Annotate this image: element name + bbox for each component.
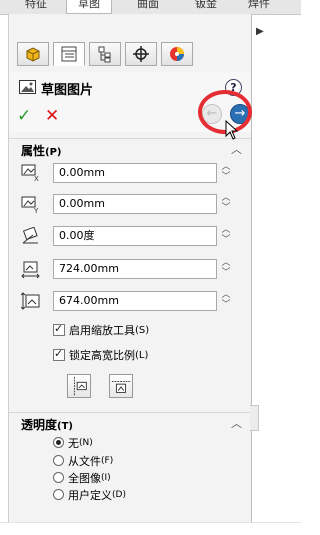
sketch-picture-icon	[19, 80, 36, 94]
radio-dot[interactable]	[53, 472, 64, 483]
radio-accel: (D)	[112, 489, 126, 500]
x-position-field[interactable]: 0.00mm	[53, 163, 217, 183]
align-vertical-icon	[73, 376, 87, 396]
collapse-chevron-icon[interactable]: ︿	[231, 415, 242, 431]
align-horizontal-button[interactable]	[109, 374, 133, 398]
height-icon	[21, 292, 40, 310]
radio-accel: (I)	[101, 472, 111, 483]
width-field[interactable]: 724.00mm	[53, 259, 217, 279]
x-position-spinner[interactable]: ︿ ﹀	[221, 162, 231, 184]
radio-accel: (F)	[101, 455, 114, 466]
transparency-section-accel: (T)	[57, 421, 73, 432]
enable-scale-tool-checkbox[interactable]: 启用缩放工具(S)	[53, 322, 149, 338]
tab-sheetmetal[interactable]: 钣金	[184, 0, 228, 13]
collapse-chevron-icon[interactable]: ︿	[231, 141, 242, 157]
featuremanager-icon[interactable]	[17, 42, 49, 66]
radio-accel: (N)	[79, 437, 93, 448]
tab-features[interactable]: 特征	[14, 0, 58, 13]
panel-resize-handle[interactable]	[250, 405, 259, 431]
width-icon	[21, 261, 40, 279]
angle-spinner[interactable]: ︿ ﹀	[221, 225, 231, 247]
align-horizontal-icon	[111, 380, 131, 393]
transparency-from-file-radio[interactable]: 从文件 (F)	[53, 453, 113, 468]
radio-label: 从文件	[68, 454, 101, 468]
height-field[interactable]: 674.00mm	[53, 291, 217, 311]
transparency-full-image-radio[interactable]: 全图像 (I)	[53, 470, 111, 485]
transparency-section-title: 透明度	[21, 418, 58, 432]
checkbox-label: 启用缩放工具	[69, 324, 135, 337]
checkbox-box[interactable]	[53, 347, 65, 361]
configurationmanager-icon[interactable]	[89, 42, 121, 66]
bottom-edge	[0, 522, 301, 535]
doc-tab-strip: 特征 草图 曲面 钣金 焊件	[0, 0, 301, 15]
transparency-user-defined-radio[interactable]: 用户定义 (D)	[53, 487, 126, 502]
radio-dot[interactable]	[53, 437, 64, 448]
svg-text:Y: Y	[33, 207, 39, 214]
radio-label: 无	[68, 436, 79, 450]
align-vertical-button[interactable]	[67, 374, 91, 398]
expand-arrow-icon[interactable]: ▶	[256, 26, 264, 37]
lock-aspect-ratio-checkbox[interactable]: 锁定高宽比例(L)	[53, 347, 148, 363]
checkbox-label: 锁定高宽比例	[69, 349, 135, 362]
angle-icon	[22, 227, 38, 244]
dimxpert-icon[interactable]	[125, 42, 157, 66]
tab-weldments[interactable]: 焊件	[244, 0, 274, 13]
checkbox-box[interactable]	[53, 322, 65, 336]
height-spinner[interactable]: ︿ ﹀	[221, 290, 231, 312]
mouse-cursor-icon	[225, 120, 239, 140]
properties-section-header[interactable]: 属性(P) ︿	[9, 138, 251, 158]
y-position-spinner[interactable]: ︿ ﹀	[221, 193, 231, 215]
ok-button[interactable]: ✓	[17, 106, 31, 126]
y-position-field[interactable]: 0.00mm	[53, 194, 217, 214]
angle-field[interactable]: 0.00度	[53, 226, 217, 246]
transparency-section-header[interactable]: 透明度(T) ︿	[9, 412, 251, 432]
properties-section-accel: (P)	[45, 147, 62, 158]
radio-label: 用户定义	[68, 488, 112, 502]
tab-surface[interactable]: 曲面	[126, 0, 170, 13]
propertymanager-icon[interactable]	[53, 42, 85, 66]
radio-label: 全图像	[68, 471, 101, 485]
transparency-none-radio[interactable]: 无 (N)	[53, 435, 93, 450]
svg-text:X: X	[34, 175, 39, 182]
radio-dot[interactable]	[53, 455, 64, 466]
checkbox-accel: (S)	[135, 324, 150, 336]
manager-tabs	[9, 40, 251, 68]
appearance-icon[interactable]	[161, 42, 193, 66]
checkbox-accel: (L)	[135, 349, 149, 361]
pm-title: 草图图片	[41, 83, 94, 98]
tab-sketch[interactable]: 草图	[66, 0, 112, 14]
cancel-button[interactable]: ✕	[45, 106, 59, 126]
width-spinner[interactable]: ︿ ﹀	[221, 258, 231, 280]
x-position-icon: X	[21, 164, 39, 182]
properties-section-title: 属性	[21, 144, 46, 158]
radio-dot[interactable]	[53, 489, 64, 500]
y-position-icon: Y	[21, 196, 39, 214]
